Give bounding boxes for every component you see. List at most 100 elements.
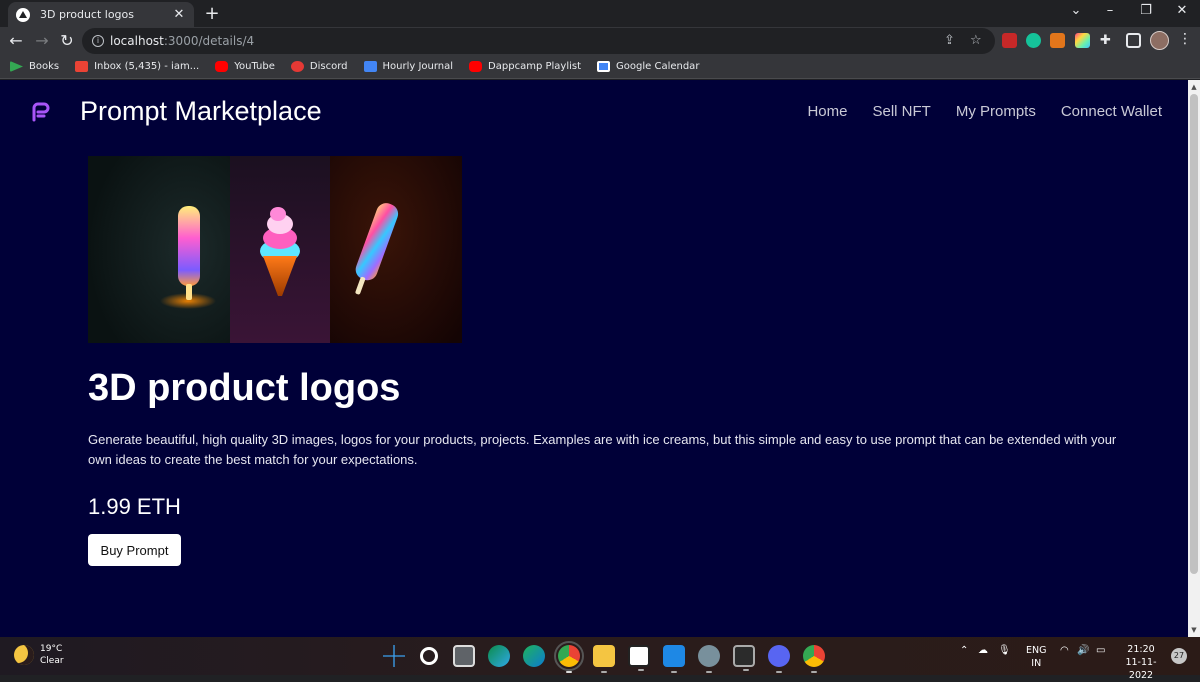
nav-home[interactable]: Home [807, 103, 847, 120]
scroll-down-arrow-icon[interactable]: ▼ [1190, 626, 1198, 634]
search-icon[interactable] [420, 647, 438, 665]
bookmark-label: Google Calendar [616, 61, 700, 72]
discord-icon [290, 61, 304, 72]
product-title: 3D product logos [88, 367, 401, 409]
youtube-icon [469, 61, 483, 72]
temperature: 19°C [40, 644, 63, 654]
page-scrollbar[interactable]: ▲ ▼ [1188, 80, 1200, 637]
tab-title: 3D product logos [40, 8, 134, 21]
weather-condition: Clear [40, 656, 64, 666]
product-description: Generate beautiful, high quality 3D imag… [88, 432, 1117, 467]
bookmark-google-calendar[interactable]: Google Calendar [597, 61, 699, 72]
brand-title[interactable]: Prompt Marketplace [80, 96, 322, 127]
side-panel-icon[interactable] [1126, 33, 1141, 48]
bookmark-books[interactable]: Books [10, 61, 59, 72]
color-extension-icon[interactable] [1075, 33, 1090, 48]
bookmark-discord[interactable]: Discord [290, 61, 348, 72]
wifi-icon[interactable]: ◠ [1060, 645, 1069, 656]
bookmark-star-icon[interactable]: ☆ [970, 33, 982, 48]
vscode-icon[interactable] [663, 645, 685, 673]
scroll-up-arrow-icon[interactable]: ▲ [1190, 83, 1198, 91]
region-code: IN [1031, 658, 1042, 669]
clock-time: 21:20 [1127, 644, 1155, 655]
language-indicator[interactable]: ENG IN [1026, 644, 1046, 670]
notification-badge[interactable]: 27 [1171, 648, 1187, 664]
volume-icon[interactable]: 🔊 [1077, 645, 1089, 656]
main-nav: Home Sell NFT My Prompts Connect Wallet [807, 103, 1162, 120]
gmail-icon [75, 61, 89, 72]
url-host: localhost [110, 34, 164, 48]
close-window-button[interactable]: ✕ [1172, 3, 1192, 18]
chrome-menu-icon[interactable]: ⋮ [1178, 31, 1192, 47]
moon-icon [14, 645, 34, 665]
site-info-icon[interactable]: i [92, 35, 104, 47]
bookmark-dappcamp[interactable]: Dappcamp Playlist [469, 61, 581, 72]
nav-sell-nft[interactable]: Sell NFT [872, 103, 930, 120]
popsicle-image [88, 156, 230, 343]
taskbar-apps [383, 641, 825, 673]
grammarly-extension-icon[interactable] [1026, 33, 1041, 48]
bookmark-label: YouTube [234, 61, 275, 72]
url-path: :3000/details/4 [163, 34, 255, 48]
language-code: ENG [1026, 645, 1047, 656]
product-price: 1.99 ETH [88, 494, 181, 519]
task-view-icon[interactable] [453, 645, 475, 667]
tray-overflow-chevron-icon[interactable]: ⌃ [960, 645, 968, 656]
onedrive-icon[interactable]: ☁ [978, 645, 988, 656]
address-bar[interactable]: i localhost:3000/details/4 [82, 28, 995, 54]
bookmark-label: Dappcamp Playlist [488, 61, 582, 72]
bookmark-youtube[interactable]: YouTube [215, 61, 275, 72]
play-books-icon [10, 61, 23, 72]
bookmarks-bar: Books Inbox (5,435) - iam... YouTube Dis… [0, 55, 1200, 79]
notion-icon[interactable] [628, 645, 650, 671]
close-tab-icon[interactable]: ✕ [172, 7, 186, 22]
discord-app-icon[interactable] [768, 645, 790, 673]
forward-button[interactable]: → [32, 31, 52, 51]
buy-prompt-button[interactable]: Buy Prompt [88, 534, 181, 566]
browser-tab[interactable]: 3D product logos ✕ [8, 2, 194, 27]
bookmark-label: Hourly Journal [382, 61, 454, 72]
tab-search-icon[interactable]: ⌄ [1066, 3, 1086, 18]
system-clock[interactable]: 21:20 11-11-2022 [1118, 643, 1164, 682]
back-button[interactable]: ← [6, 31, 26, 51]
product-image-gallery [88, 156, 462, 343]
page-viewport: Prompt Marketplace Home Sell NFT My Prom… [0, 80, 1188, 637]
nav-my-prompts[interactable]: My Prompts [956, 103, 1036, 120]
chrome-profile-icon[interactable] [803, 645, 825, 673]
swirl-popsicle-image [330, 156, 462, 343]
bookmark-label: Inbox (5,435) - iam... [94, 61, 200, 72]
chrome-icon[interactable] [554, 641, 584, 673]
browser-toolbar: ← → ↻ i localhost:3000/details/4 ⇪ ☆ ✚ ⋮ [0, 27, 1200, 55]
bookmark-inbox[interactable]: Inbox (5,435) - iam... [75, 61, 199, 72]
vercel-favicon-icon [16, 7, 30, 22]
weather-widget[interactable]: 19°C Clear [14, 643, 64, 667]
bookmark-hourly-journal[interactable]: Hourly Journal [363, 61, 454, 72]
scrollbar-thumb[interactable] [1190, 94, 1198, 574]
metamask-extension-icon[interactable] [1050, 33, 1065, 48]
windows-taskbar: 19°C Clear ⌃ ☁ 🎙 ENG IN ◠ 🔊 ▭ 21:20 11-1… [0, 637, 1200, 681]
reload-button[interactable]: ↻ [57, 31, 77, 51]
prompt-marketplace-logo-icon[interactable] [30, 102, 52, 124]
profile-avatar[interactable] [1150, 31, 1169, 50]
battery-icon[interactable]: ▭ [1096, 645, 1105, 656]
share-icon[interactable]: ⇪ [944, 33, 955, 48]
extensions-puzzle-icon[interactable]: ✚ [1100, 33, 1111, 48]
new-tab-button[interactable]: + [202, 3, 222, 24]
restore-button[interactable]: ❐ [1136, 3, 1156, 18]
browser-tab-strip: 3D product logos ✕ + ⌄ – ❐ ✕ [0, 0, 1200, 27]
file-explorer-icon[interactable] [593, 645, 615, 673]
edge-icon[interactable] [523, 645, 545, 667]
ice-cream-cone-image [230, 156, 330, 343]
bookmark-label: Discord [309, 61, 348, 72]
microphone-icon[interactable]: 🎙 [998, 645, 1011, 656]
calendar-icon [597, 61, 611, 72]
ublock-extension-icon[interactable] [1002, 33, 1017, 48]
settings-gear-icon[interactable] [698, 645, 720, 673]
windows-start-icon[interactable] [383, 645, 405, 667]
nav-connect-wallet[interactable]: Connect Wallet [1061, 103, 1162, 120]
youtube-icon [215, 61, 229, 72]
bookmark-label: Books [29, 61, 60, 72]
minimize-button[interactable]: – [1100, 3, 1120, 18]
terminal-icon[interactable] [733, 645, 755, 671]
edge-dev-icon[interactable] [488, 645, 510, 667]
